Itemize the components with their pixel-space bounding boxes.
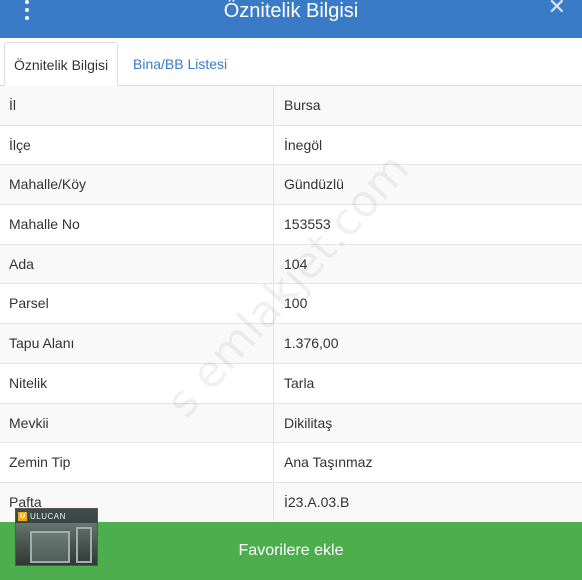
table-row: İlçe İnegöl xyxy=(0,125,582,166)
table-row: Ada 104 xyxy=(0,244,582,285)
attribute-value: 1.376,00 xyxy=(284,335,339,352)
agency-logo: U ULUCAN xyxy=(15,508,98,566)
dialog-title: Öznitelik Bilgisi xyxy=(223,0,359,22)
attribute-key: Mahalle/Köy xyxy=(0,165,274,205)
attribute-value: 153553 xyxy=(284,216,331,233)
attribute-value: İ23.A.03.B xyxy=(284,493,350,510)
attribute-value: Gündüzlü xyxy=(284,176,344,193)
attribute-key: Mahalle No xyxy=(0,205,274,244)
attribute-key: Nitelik xyxy=(0,363,274,403)
table-row: Mahalle/Köy Gündüzlü xyxy=(0,165,582,206)
tab-bar: Öznitelik Bilgisi Bina/BB Listesi xyxy=(0,38,582,87)
attribute-key: İl xyxy=(0,86,274,125)
table-row: Tapu Alanı 1.376,00 xyxy=(0,324,582,364)
dialog-header: Öznitelik Bilgisi ✕ xyxy=(0,0,582,38)
logo-badge: U xyxy=(18,511,27,521)
logo-text: ULUCAN xyxy=(30,511,66,521)
table-row: İl Bursa xyxy=(0,86,582,126)
logo-window-graphic xyxy=(30,531,70,563)
attribute-value: Dikilitaş xyxy=(284,414,333,431)
attribute-value: Tarla xyxy=(284,374,315,391)
logo-door-graphic xyxy=(76,527,92,563)
attribute-key: İlçe xyxy=(0,125,274,165)
logo-banner: U ULUCAN xyxy=(16,509,97,523)
attribute-key: Zemin Tip xyxy=(0,443,274,482)
kebab-menu-icon[interactable] xyxy=(22,0,32,20)
attribute-value: Ana Taşınmaz xyxy=(284,454,373,471)
table-row: Nitelik Tarla xyxy=(0,363,582,404)
tab-attribute-info[interactable]: Öznitelik Bilgisi xyxy=(4,42,119,87)
attribute-key: Mevkii xyxy=(0,403,274,443)
table-row: Zemin Tip Ana Taşınmaz xyxy=(0,443,582,483)
attribute-value: 100 xyxy=(284,295,308,312)
attribute-value: 104 xyxy=(284,255,308,272)
attribute-key: Parsel xyxy=(0,284,274,324)
attribute-key: Ada xyxy=(0,244,274,284)
attribute-table: İl Bursa İlçe İnegöl Mahalle/Köy Gündüzl… xyxy=(0,86,582,523)
attribute-value: Bursa xyxy=(284,97,321,113)
attribute-key: Tapu Alanı xyxy=(0,324,274,363)
table-row: Parsel 100 xyxy=(0,284,582,325)
table-row: Mahalle No 153553 xyxy=(0,205,582,245)
close-icon[interactable]: ✕ xyxy=(548,0,566,18)
tab-building-list[interactable]: Bina/BB Listesi xyxy=(124,42,236,87)
attribute-value: İnegöl xyxy=(284,136,323,153)
table-row: Mevkii Dikilitaş xyxy=(0,403,582,444)
